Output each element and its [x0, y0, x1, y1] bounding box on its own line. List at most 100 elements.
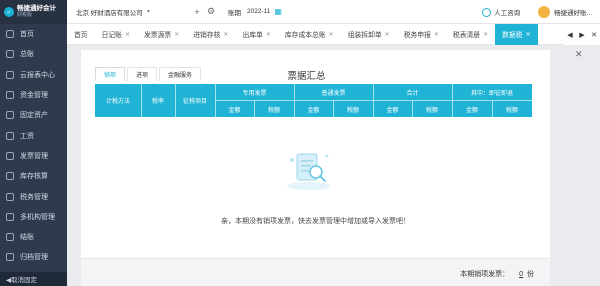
- payroll-icon: [6, 131, 14, 140]
- funds-icon: [6, 91, 14, 100]
- col-total-tax: 税额: [425, 107, 438, 114]
- support-button[interactable]: 人工咨询: [482, 7, 520, 17]
- summary-table-header: 计税方法 税率 征税项目 专用发票 普通发票 合计 其中：即征即退 金额 税额 …: [95, 84, 532, 117]
- col-refund-tax: 税额: [505, 107, 518, 114]
- logo-subtitle: 财税版: [17, 12, 33, 18]
- col-total: 合计: [406, 90, 419, 97]
- headset-icon: [482, 7, 492, 17]
- period-value[interactable]: 2022-11: [247, 8, 270, 15]
- summary-unit: 份: [527, 271, 534, 278]
- invoice-icon: [6, 151, 14, 160]
- col-special-amount: 金额: [228, 107, 241, 114]
- col-refund-amount: 金额: [465, 107, 478, 114]
- panel-close-icon[interactable]: ✕: [575, 49, 583, 60]
- tab-outbound[interactable]: 出库单 ✕: [235, 24, 277, 45]
- tab-assembly[interactable]: 组装拆卸单 ✕: [341, 24, 397, 45]
- app-window: ✓ 畅捷通好会计 财税版 首页 总账 云报表中心 资金管理 固定资产 工资 发票…: [0, 0, 600, 286]
- sidebar-item-multi-org[interactable]: 多机构管理: [0, 207, 67, 227]
- divider: [333, 100, 334, 117]
- close-icon[interactable]: ✕: [483, 31, 488, 38]
- gear-icon[interactable]: ⚙: [206, 6, 216, 17]
- assets-icon: [6, 111, 14, 120]
- sidebar-item-home[interactable]: 首页: [0, 24, 67, 44]
- sidebar-item-ledger[interactable]: 总账: [0, 44, 67, 64]
- inventory-icon: [6, 172, 14, 181]
- user-menu[interactable]: 畅捷通好账...: [538, 6, 592, 18]
- tab-inventory-cost[interactable]: 库存成本总账 ✕: [278, 24, 341, 45]
- top-bar: 北京 好财酒店有限公司 ▾ + ⚙ 账期 2022-11 ▦ 人工咨询 畅捷通好…: [67, 0, 600, 24]
- divider: [175, 84, 176, 117]
- tab-tax-filing[interactable]: 税务申报 ✕: [397, 24, 446, 45]
- divider: [215, 100, 532, 101]
- close-icon[interactable]: ✕: [526, 31, 531, 38]
- period-label: 账期: [228, 9, 241, 17]
- home-icon: [6, 30, 14, 39]
- summary-count[interactable]: 0: [519, 271, 523, 278]
- tab-prev-icon[interactable]: ◀: [564, 31, 576, 39]
- close-icon[interactable]: ✕: [434, 31, 439, 38]
- sidebar-nav: 首页 总账 云报表中心 资金管理 固定资产 工资 发票管理 库存核算 税务管理 …: [0, 24, 67, 268]
- sidebar-item-report-center[interactable]: 云报表中心: [0, 65, 67, 85]
- org-icon: [6, 212, 14, 221]
- divider: [492, 100, 493, 117]
- company-selector[interactable]: 北京 好财酒店有限公司 ▾: [76, 7, 188, 17]
- tab-controls: ◀ ▶ ✕: [564, 24, 600, 45]
- col-ordinary-amount: 金额: [307, 107, 320, 114]
- col-instant-refund: 其中：即征即退: [470, 90, 513, 97]
- sidebar-item-archive[interactable]: 归档管理: [0, 247, 67, 267]
- sidebar-item-invoice[interactable]: 发票管理: [0, 146, 67, 166]
- calendar-icon[interactable]: ▦: [274, 7, 282, 16]
- tab-close-all-icon[interactable]: ✕: [588, 31, 600, 39]
- sidebar-item-fixed-assets[interactable]: 固定资产: [0, 105, 67, 125]
- ledger-icon: [6, 50, 14, 59]
- company-name: 北京 好财酒店有限公司: [76, 9, 143, 17]
- logo-title: 畅捷通好会计: [17, 5, 56, 12]
- logo: ✓ 畅捷通好会计 财税版: [0, 0, 67, 24]
- tax-icon: [6, 192, 14, 201]
- tab-next-icon[interactable]: ▶: [576, 31, 588, 39]
- empty-state-message: 亲，本期没有销项发票，快去发票管理中增加或导入发票吧！: [221, 218, 410, 225]
- page-title: 票据汇总: [287, 71, 326, 82]
- col-tax-item: 征税项目: [182, 99, 207, 105]
- tab-invoice-source[interactable]: 发票源票 ✕: [137, 24, 186, 45]
- main-panel: 销项 进项 金融服务 票据汇总 计税方法 税率 征税项目 专用发票 普通发票 合…: [81, 50, 550, 286]
- col-ordinary-tax: 税额: [346, 107, 359, 114]
- sidebar: ✓ 畅捷通好会计 财税版 首页 总账 云报表中心 资金管理 固定资产 工资 发票…: [0, 0, 67, 286]
- divider: [254, 100, 255, 117]
- sidebar-item-payroll[interactable]: 工资: [0, 125, 67, 145]
- sidebar-item-inventory[interactable]: 库存核算: [0, 166, 67, 186]
- close-icon[interactable]: ✕: [385, 31, 390, 38]
- tab-bar: 首页 日记账 ✕ 发票源票 ✕ 进销存核 ✕ 出库单 ✕ 库存成本总账 ✕ 组装拆卸单 ✕ …: [67, 23, 600, 45]
- summary-footer: 本期销项发票： 0 份: [81, 258, 550, 286]
- tab-home[interactable]: 首页: [67, 24, 95, 45]
- col-ordinary-invoice: 普通发票: [321, 90, 346, 97]
- empty-state-illustration: [287, 153, 331, 190]
- unpin-sidebar-button[interactable]: ◀取消固定: [0, 272, 67, 286]
- divider: [141, 84, 142, 117]
- sidebar-item-funds[interactable]: 资金管理: [0, 85, 67, 105]
- col-special-tax: 税额: [267, 107, 280, 114]
- add-icon[interactable]: +: [192, 7, 202, 17]
- close-icon[interactable]: ✕: [125, 31, 130, 38]
- tab-data-tax[interactable]: 数据税 ✕: [495, 23, 538, 45]
- divider: [412, 100, 413, 117]
- avatar: [538, 6, 551, 18]
- tab-cash-journal[interactable]: 日记账 ✕: [95, 24, 137, 45]
- close-icon[interactable]: ✕: [174, 31, 179, 38]
- closing-icon: [6, 233, 14, 242]
- col-tax-rate: 税率: [151, 99, 164, 105]
- close-icon[interactable]: ✕: [266, 31, 271, 38]
- col-tax-method: 计税方法: [105, 99, 130, 105]
- tab-inventory-check[interactable]: 进销存核 ✕: [186, 24, 235, 45]
- summary-row: 本期销项发票： 0 份: [460, 269, 534, 279]
- col-special-invoice: 专用发票: [242, 90, 267, 97]
- col-total-amount: 金额: [386, 107, 399, 114]
- close-icon[interactable]: ✕: [329, 31, 334, 38]
- logo-icon: ✓: [4, 7, 14, 17]
- chevron-down-icon: ▾: [146, 9, 150, 15]
- close-icon[interactable]: ✕: [223, 31, 228, 38]
- sidebar-item-closing[interactable]: 结账: [0, 227, 67, 247]
- report-icon: [6, 70, 14, 79]
- sidebar-item-tax[interactable]: 税务管理: [0, 186, 67, 206]
- tab-tax-list[interactable]: 税表清册 ✕: [446, 24, 495, 45]
